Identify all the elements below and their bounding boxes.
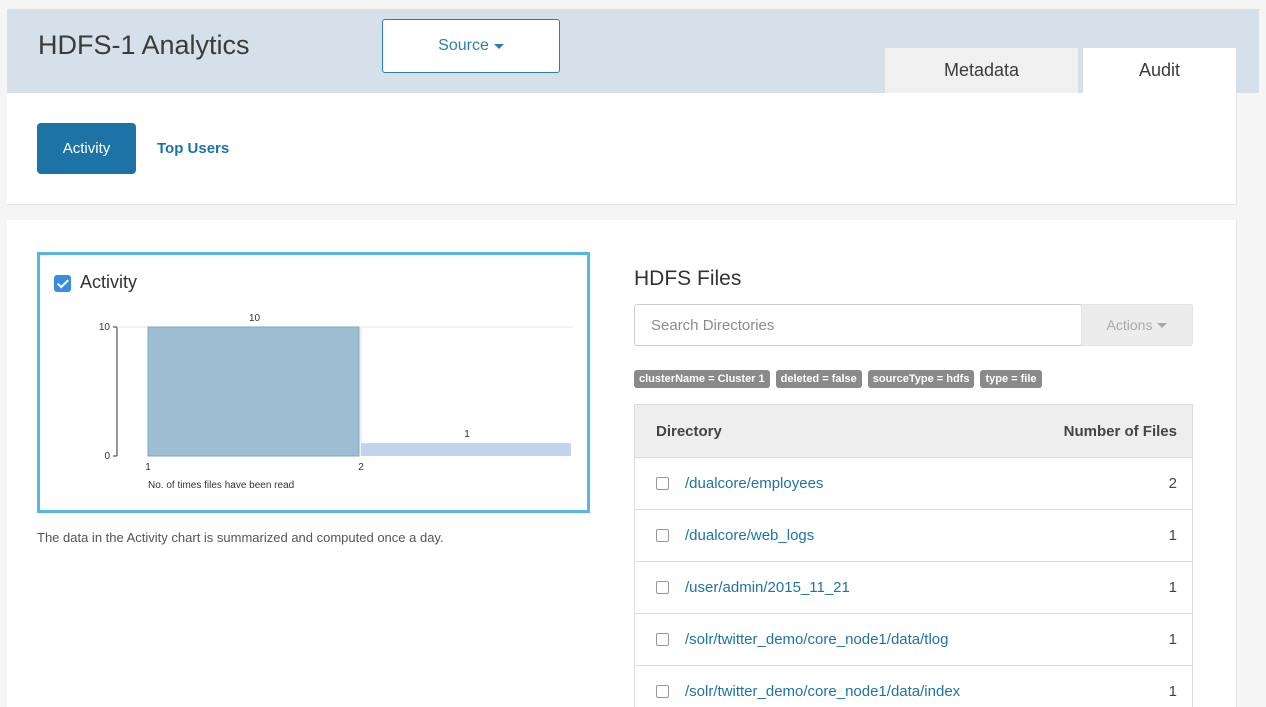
search-directories-input[interactable] [634, 304, 1082, 346]
file-count: 1 [1168, 683, 1177, 700]
table-header: Directory Number of Files [635, 405, 1192, 458]
activity-chart-panel: Activity 0 10 10 1 1 2 No. of times files have… [37, 252, 590, 513]
file-count: 1 [1168, 527, 1177, 544]
histogram-bar [147, 326, 360, 457]
sub-navigation: Activity Top Users [7, 93, 1237, 205]
histogram-bar [361, 443, 571, 456]
caret-down-icon [1157, 322, 1168, 328]
table-row: /dualcore/employees 2 [635, 458, 1192, 510]
main-content: Activity 0 10 10 1 1 2 No. of times files have… [7, 220, 1237, 707]
source-label: Source [438, 37, 489, 54]
x-tick-label: 1 [145, 462, 151, 473]
column-directory[interactable]: Directory [656, 423, 722, 440]
table-row: /dualcore/web_logs 1 [635, 510, 1192, 562]
file-count: 1 [1168, 631, 1177, 648]
filter-badge[interactable]: deleted = false [775, 370, 862, 388]
directory-link[interactable]: /solr/twitter_demo/core_node1/data/index [685, 683, 960, 700]
hdfs-files-title: HDFS Files [634, 267, 742, 290]
table-row: /solr/twitter_demo/core_node1/data/tlog … [635, 614, 1192, 666]
bar-value-label: 10 [249, 313, 261, 324]
directory-link[interactable]: /dualcore/employees [685, 475, 823, 492]
filter-badges: clusterName = Cluster 1 deleted = false … [634, 370, 1042, 388]
directory-link[interactable]: /dualcore/web_logs [685, 527, 814, 544]
activity-chart: 0 10 10 1 1 2 No. of times files have been rea… [99, 313, 573, 491]
chart-note: The data in the Activity chart is summar… [37, 530, 444, 545]
row-checkbox[interactable] [656, 685, 669, 698]
pill-activity[interactable]: Activity [37, 123, 136, 174]
directory-link[interactable]: /solr/twitter_demo/core_node1/data/tlog [685, 631, 949, 648]
column-number-of-files[interactable]: Number of Files [1064, 423, 1177, 440]
tab-metadata[interactable]: Metadata [885, 48, 1078, 93]
row-checkbox[interactable] [656, 581, 669, 594]
x-axis-label: No. of times files have been read [148, 480, 294, 491]
row-checkbox[interactable] [656, 529, 669, 542]
filter-badge[interactable]: clusterName = Cluster 1 [634, 370, 770, 388]
filter-badge[interactable]: type = file [980, 370, 1042, 388]
pill-top-users[interactable]: Top Users [157, 123, 229, 174]
source-dropdown-button[interactable]: Source [382, 19, 560, 73]
y-tick-label: 0 [104, 451, 110, 462]
row-checkbox[interactable] [656, 477, 669, 490]
table-row: /solr/twitter_demo/core_node1/data/index… [635, 666, 1192, 707]
page-title: HDFS-1 Analytics [38, 30, 250, 60]
y-tick-label: 10 [99, 322, 111, 333]
app-header: HDFS-1 Analytics Source Metadata Audit [7, 9, 1259, 93]
directory-table: Directory Number of Files /dualcore/empl… [634, 404, 1193, 707]
file-count: 2 [1168, 475, 1177, 492]
table-row: /user/admin/2015_11_21 1 [635, 562, 1192, 614]
tab-audit[interactable]: Audit [1083, 48, 1236, 93]
actions-label: Actions [1106, 317, 1153, 333]
actions-button[interactable]: Actions [1081, 304, 1193, 346]
filter-badge[interactable]: sourceType = hdfs [867, 370, 975, 388]
x-tick-label: 2 [358, 462, 364, 473]
row-checkbox[interactable] [656, 633, 669, 646]
caret-down-icon [493, 43, 504, 49]
file-count: 1 [1168, 579, 1177, 596]
directory-link[interactable]: /user/admin/2015_11_21 [685, 579, 850, 596]
bar-value-label: 1 [464, 429, 470, 440]
